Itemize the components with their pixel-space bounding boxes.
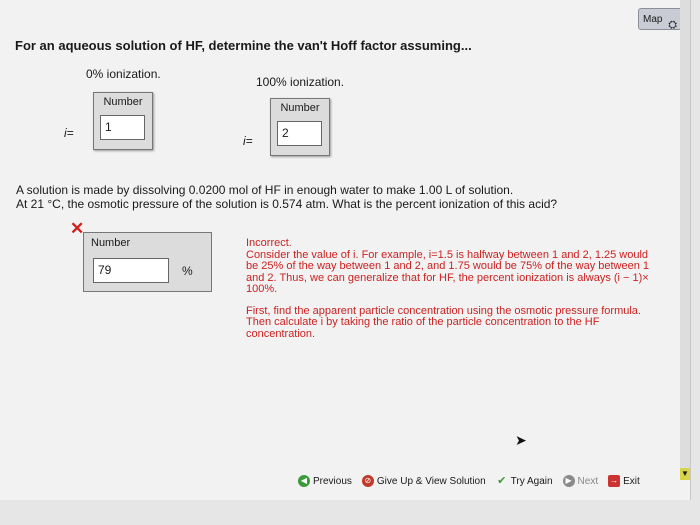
question-text: For an aqueous solution of HF, determine…	[15, 38, 472, 53]
try-again-button[interactable]: ✔ Try Again	[496, 475, 553, 487]
percent-ionization-input[interactable]: 79	[93, 258, 169, 283]
previous-button[interactable]: ◀ Previous	[298, 475, 352, 487]
i-input-100-ionization[interactable]: 2	[277, 121, 322, 146]
feedback-status: Incorrect.	[246, 237, 292, 249]
exit-label: Exit	[623, 475, 640, 487]
problem-text: A solution is made by dissolving 0.0200 …	[16, 183, 557, 211]
i-input-0-ionization[interactable]: 1	[100, 115, 145, 140]
previous-label: Previous	[313, 475, 352, 487]
give-up-icon: ⊘	[361, 475, 374, 487]
scroll-down-arrow-icon[interactable]: ▼	[680, 468, 690, 480]
try-again-label: Try Again	[510, 475, 553, 487]
number-label-0: Number	[103, 96, 143, 108]
previous-arrow-icon: ◀	[298, 475, 310, 487]
try-again-icon: ✔	[497, 475, 507, 487]
problem-line-2: At 21 °C, the osmotic pressure of the so…	[16, 197, 558, 211]
next-arrow-icon: ▶	[562, 475, 575, 487]
feedback-hint-1: Consider the value of i. For example, i=…	[246, 248, 650, 295]
percent-unit: %	[182, 264, 193, 278]
next-label: Next	[577, 475, 599, 487]
give-up-label: Give Up & View Solution	[376, 475, 486, 487]
exit-button[interactable]: → Exit	[608, 475, 640, 487]
heading-0-ionization: 0% ionization.	[86, 67, 161, 81]
number-box-100: Number 2	[270, 98, 330, 156]
mouse-cursor-icon: ➤	[515, 432, 527, 448]
answer-box: Number 79 %	[83, 232, 212, 292]
map-button[interactable]: Map ⛭	[638, 8, 682, 31]
feedback-hint-2: First, find the apparent particle concen…	[246, 304, 641, 340]
i-label-100: i=	[243, 134, 253, 148]
i-label-0: i=	[64, 126, 74, 140]
map-label: Map	[643, 14, 663, 25]
exit-icon: →	[608, 475, 621, 487]
next-button[interactable]: ▶ Next	[562, 475, 599, 487]
problem-line-1: A solution is made by dissolving 0.0200 …	[16, 183, 514, 197]
number-box-0: Number 1	[93, 92, 153, 150]
heading-100-ionization: 100% ionization.	[256, 75, 345, 89]
give-up-button[interactable]: ⊘ Give Up & View Solution	[361, 475, 486, 487]
feedback-panel: Incorrect. Consider the value of i. For …	[246, 237, 656, 340]
map-icon: ⛭	[668, 19, 677, 31]
number-label-100: Number	[280, 102, 320, 114]
assignment-screen: Map ⛭ For an aqueous solution of HF, det…	[0, 0, 691, 500]
vertical-scrollbar[interactable]: ▼	[680, 0, 690, 480]
bottom-toolbar: ◀ Previous ⊘ Give Up & View Solution ✔ T…	[298, 470, 660, 492]
answer-number-label: Number	[91, 237, 131, 249]
